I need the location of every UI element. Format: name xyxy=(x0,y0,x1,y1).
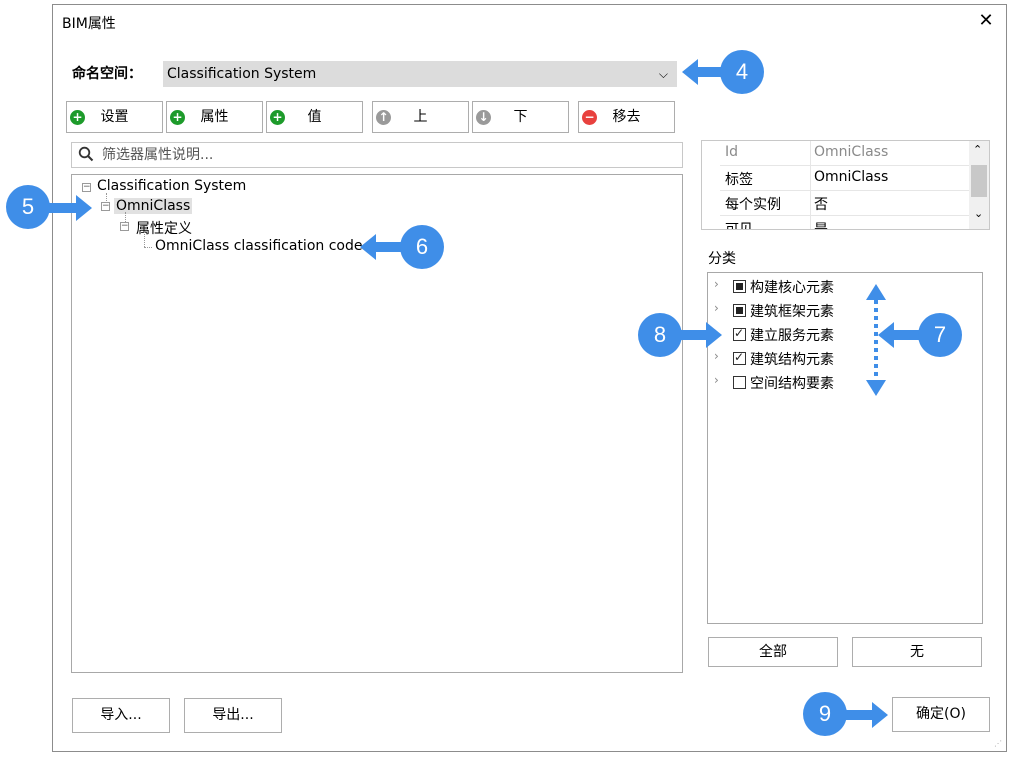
plus-icon: + xyxy=(70,110,85,125)
category-item-label: 建筑结构元素 xyxy=(750,352,834,368)
collapse-toggle[interactable]: − xyxy=(82,183,91,192)
value-button[interactable]: + 值 xyxy=(266,101,363,133)
namespace-label: 命名空间： xyxy=(72,66,142,82)
property-value[interactable]: OmniClass xyxy=(814,169,888,185)
tree-node-classification-code[interactable]: OmniClass classification code xyxy=(155,238,362,254)
category-item-label: 建立服务元素 xyxy=(750,328,834,344)
select-all-button[interactable]: 全部 xyxy=(708,637,838,667)
annotation-badge-6: 6 xyxy=(400,225,444,269)
search-icon xyxy=(78,146,94,162)
tree-node-root[interactable]: Classification System xyxy=(97,178,246,194)
move-up-label: 上 xyxy=(413,109,428,125)
checkbox[interactable] xyxy=(733,280,746,293)
chevron-down-icon[interactable]: ⌄ xyxy=(974,207,983,220)
property-key: 每个实例 xyxy=(725,197,781,213)
resize-grip-icon[interactable]: ⋰ xyxy=(994,739,1002,748)
chevron-right-icon[interactable]: › xyxy=(714,373,719,387)
scroll-thumb[interactable] xyxy=(971,165,987,197)
property-key: Id xyxy=(725,144,739,160)
property-row[interactable]: 每个实例 否 xyxy=(720,191,970,216)
checkbox[interactable] xyxy=(733,304,746,317)
checkbox[interactable] xyxy=(733,326,746,341)
property-value[interactable]: 否 xyxy=(814,194,828,214)
filter-box xyxy=(71,142,683,168)
filter-input[interactable] xyxy=(100,145,670,165)
value-button-label: 值 xyxy=(307,109,322,125)
tree-connector xyxy=(144,232,145,247)
collapse-toggle[interactable]: − xyxy=(101,202,110,211)
property-button-label: 属性 xyxy=(200,109,229,125)
property-value: OmniClass xyxy=(814,144,889,160)
annotation-arrow xyxy=(676,322,722,348)
property-grid: Id OmniClass 标签 OmniClass 每个实例 否 可见 是 ⌃ … xyxy=(701,140,990,230)
plus-icon: + xyxy=(170,110,185,125)
dialog-title: BIM属性 xyxy=(62,16,116,32)
chevron-right-icon[interactable]: › xyxy=(714,277,719,291)
property-value[interactable]: 是 xyxy=(814,219,828,229)
arrow-up-icon: ↑ xyxy=(376,110,391,125)
ok-button[interactable]: 确定(O) xyxy=(892,697,990,732)
chevron-down-icon: ⌵ xyxy=(658,67,668,81)
chevron-up-icon[interactable]: ⌃ xyxy=(973,143,982,156)
property-button[interactable]: + 属性 xyxy=(166,101,263,133)
set-button-label: 设置 xyxy=(100,109,129,125)
move-down-label: 下 xyxy=(513,109,528,125)
remove-button-label: 移去 xyxy=(612,109,641,125)
namespace-select[interactable]: Classification System ⌵ xyxy=(163,61,677,87)
move-up-button[interactable]: ↑ 上 xyxy=(372,101,469,133)
annotation-badge-7: 7 xyxy=(918,313,962,357)
import-button[interactable]: 导入... xyxy=(72,698,170,733)
category-label: 分类 xyxy=(708,251,736,267)
property-key: 可见 xyxy=(725,222,753,230)
chevron-right-icon[interactable]: › xyxy=(714,301,719,315)
category-item-label: 构建核心元素 xyxy=(750,280,834,296)
remove-button[interactable]: − 移去 xyxy=(578,101,675,133)
category-item-label: 空间结构要素 xyxy=(750,376,834,392)
export-button[interactable]: 导出... xyxy=(184,698,282,733)
plus-icon: + xyxy=(270,110,285,125)
property-row[interactable]: 可见 是 xyxy=(720,216,970,230)
category-item-label: 建筑框架元素 xyxy=(750,304,834,320)
set-button[interactable]: + 设置 xyxy=(66,101,163,133)
checkbox[interactable] xyxy=(733,376,746,389)
collapse-toggle[interactable]: − xyxy=(120,222,129,231)
annotation-arrow xyxy=(840,702,888,728)
move-down-button[interactable]: ↓ 下 xyxy=(472,101,569,133)
checkbox[interactable] xyxy=(733,350,746,365)
property-key: 标签 xyxy=(725,172,753,188)
close-icon[interactable]: ✕ xyxy=(976,10,996,32)
property-row[interactable]: 标签 OmniClass xyxy=(720,166,970,191)
arrow-down-icon: ↓ xyxy=(476,110,491,125)
vertical-scrollbar[interactable]: ⌃ ⌄ xyxy=(969,141,989,229)
annotation-badge-4: 4 xyxy=(720,50,764,94)
annotation-arrow xyxy=(44,195,92,221)
select-none-button[interactable]: 无 xyxy=(852,637,982,667)
minus-icon: − xyxy=(582,110,597,125)
tree-connector xyxy=(144,247,152,248)
namespace-value: Classification System xyxy=(167,66,317,82)
property-row: Id OmniClass xyxy=(720,141,970,166)
chevron-right-icon[interactable]: › xyxy=(714,349,719,363)
